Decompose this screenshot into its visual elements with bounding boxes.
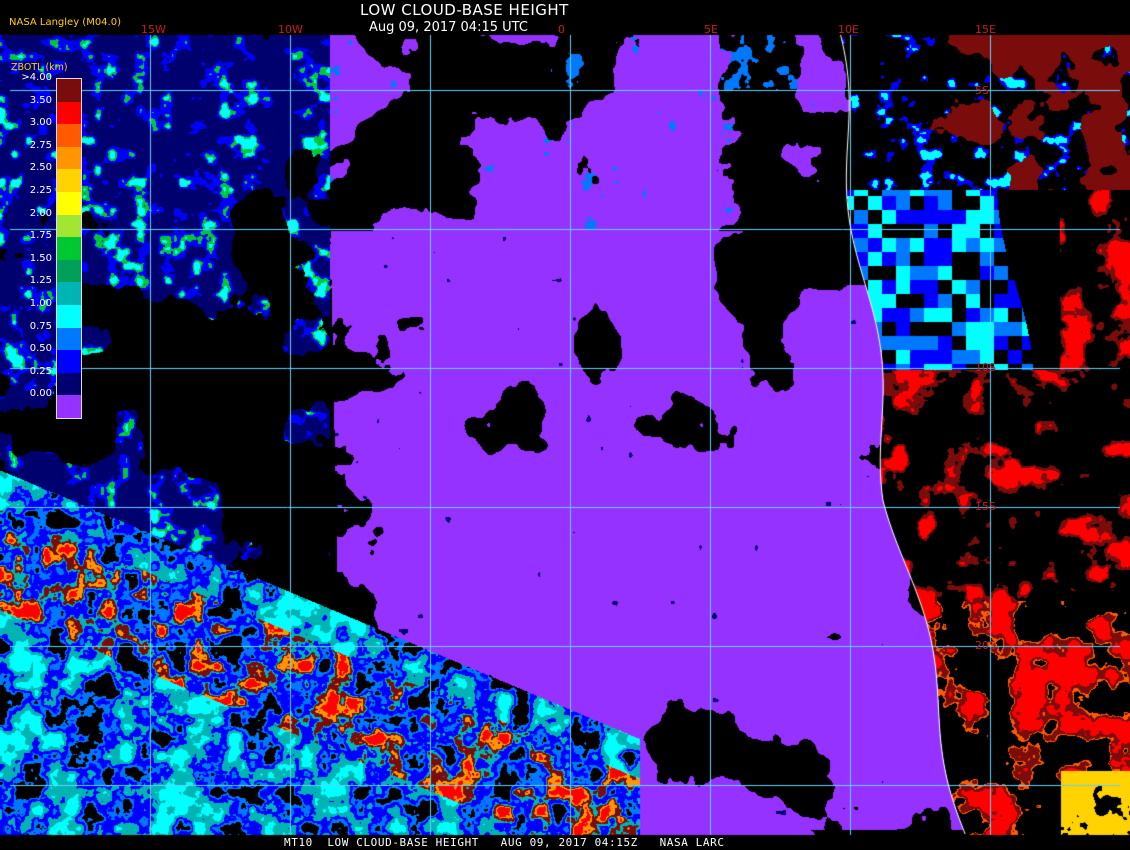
legend-swatch (57, 101, 81, 125)
legend-swatch (57, 282, 81, 305)
legend-value-label: 3.00 (29, 117, 52, 129)
legend-value-label: 2.25 (29, 185, 52, 196)
legend-value-label: 2.50 (29, 162, 52, 174)
legend-swatch (57, 214, 81, 238)
lon-label-0: 0 (558, 23, 565, 36)
legend-swatch (57, 191, 81, 215)
legend-value-label: 0.25 (29, 365, 52, 377)
legend-swatch (57, 259, 81, 283)
color-legend: ZBOTL (km) >4.00 3.50 3.00 2.75 2.50 2.25 2.00… (8, 62, 82, 442)
footer-caption: MT10 LOW CLOUD-BASE HEIGHT AUG 09, 2017 … (284, 836, 725, 849)
credit-label: NASA Langley (M04.0) (9, 17, 121, 28)
lat-label-5s: 5S (975, 84, 989, 97)
legend-value-label: 0.00 (29, 388, 52, 400)
legend-value-label: 0.75 (29, 320, 52, 332)
legend-swatch (57, 372, 81, 396)
legend-value-label: 1.50 (29, 252, 52, 264)
lat-label-10s: 10S (975, 361, 996, 374)
cloud-base-height-map (0, 0, 1130, 850)
legend-value-label: 1.25 (29, 275, 52, 287)
legend-swatch (57, 395, 81, 418)
legend-swatch (57, 327, 81, 351)
lon-label-10e: 10E (838, 23, 859, 36)
lat-label-20s: 20S (975, 639, 996, 652)
legend-swatch (57, 237, 81, 260)
legend-swatch (57, 124, 81, 147)
map-datetime: Aug 09, 2017 04:15 UTC (369, 20, 528, 35)
lon-label-15w: 15W (141, 23, 166, 36)
legend-value-label: 1.75 (29, 230, 52, 242)
legend-value-label: 1.00 (29, 298, 52, 309)
lat-label-15s: 15S (975, 500, 996, 513)
map-title: LOW CLOUD-BASE HEIGHT (360, 1, 569, 19)
legend-color-bar (56, 78, 82, 419)
legend-value-label: 0.50 (29, 343, 52, 355)
legend-swatch (57, 304, 81, 328)
legend-swatch (57, 146, 81, 170)
legend-swatch (57, 350, 81, 373)
legend-value-label: 2.75 (29, 139, 52, 151)
lon-label-5e: 5E (704, 23, 718, 36)
legend-value-label: 3.50 (29, 94, 52, 106)
legend-swatch (57, 169, 81, 192)
legend-swatch (57, 79, 81, 102)
legend-value-label: >4.00 (21, 72, 52, 83)
lon-label-10w: 10W (278, 23, 303, 36)
legend-value-label: 2.00 (29, 207, 52, 219)
lon-label-15e: 15E (975, 23, 996, 36)
